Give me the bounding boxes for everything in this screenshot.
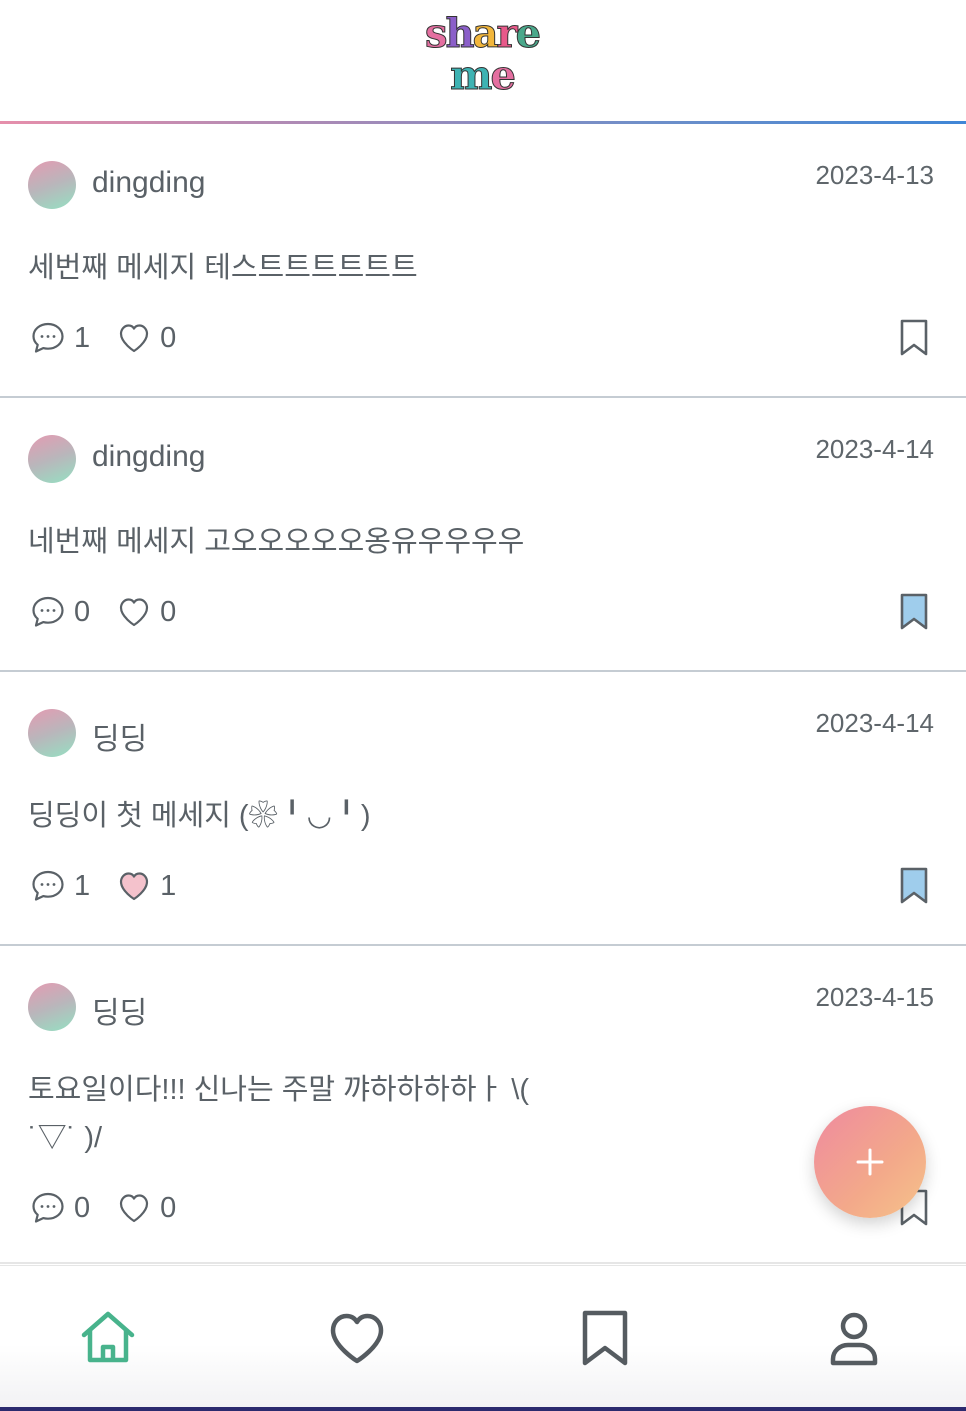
avatar[interactable] [28, 161, 76, 209]
logo-line1: share [424, 10, 541, 57]
like-icon[interactable] [116, 320, 152, 356]
comment-count: 0 [74, 595, 91, 628]
comment-icon[interactable] [30, 1190, 66, 1226]
comment-count: 1 [74, 869, 91, 902]
post-card[interactable]: dingding 2023-4-13 세번째 메세지 테스트트트트트트 1 0 [0, 124, 966, 398]
comment-icon[interactable] [30, 594, 66, 630]
post-username[interactable]: dingding [92, 166, 205, 200]
comment-count: 1 [74, 321, 91, 354]
post-date: 2023-4-14 [815, 708, 934, 738]
post-actions: 0 0 [30, 592, 202, 632]
like-icon[interactable] [116, 1190, 152, 1226]
post-username[interactable]: 딩딩 [92, 714, 147, 758]
comment-icon[interactable] [30, 320, 66, 356]
post-content: 세번째 메세지 테스트트트트트트 [28, 252, 418, 284]
bookmark-icon[interactable] [898, 592, 930, 632]
profile-icon[interactable] [824, 1308, 884, 1368]
home-icon[interactable] [78, 1308, 138, 1368]
app-logo[interactable]: share me [420, 10, 544, 106]
post-content: 네번째 메세지 고오오오오오옹유우우우우 [28, 526, 525, 558]
post-card[interactable]: 딩딩 2023-4-14 딩딩이 첫 메세지 (❀╹◡╹) 1 1 [0, 672, 966, 946]
post-actions: 1 1 [30, 866, 202, 906]
like-count: 0 [160, 321, 177, 354]
post-username[interactable]: 딩딩 [92, 988, 147, 1032]
post-date: 2023-4-14 [815, 434, 934, 464]
bookmark-icon[interactable] [898, 318, 930, 358]
post-date: 2023-4-13 [815, 160, 934, 190]
post-content: 토요일이다!!! 신나는 주말 꺄하하하하ㅏ \( ˙▽˙ )/ [28, 1074, 529, 1154]
avatar[interactable] [28, 435, 76, 483]
logo-line2: me [450, 52, 517, 99]
post-username[interactable]: dingding [92, 440, 205, 474]
bookmark-icon[interactable] [898, 866, 930, 906]
post-content: 딩딩이 첫 메세지 (❀╹◡╹) [28, 800, 371, 832]
like-icon[interactable] [116, 868, 152, 904]
avatar[interactable] [28, 983, 76, 1031]
plus-icon [856, 1148, 884, 1176]
like-count: 1 [160, 869, 177, 902]
avatar[interactable] [28, 709, 76, 757]
bottom-tab-bar [0, 1265, 966, 1408]
post-card[interactable]: dingding 2023-4-14 네번째 메세지 고오오오오오옹유우우우우 … [0, 398, 966, 672]
comment-icon[interactable] [30, 868, 66, 904]
heart-icon[interactable] [327, 1308, 387, 1368]
post-actions: 0 0 [30, 1188, 202, 1228]
window-bottom-edge [0, 1407, 966, 1411]
comment-count: 0 [74, 1191, 91, 1224]
new-post-button[interactable] [814, 1106, 926, 1218]
post-date: 2023-4-15 [815, 982, 934, 1012]
app-header: share me [0, 0, 966, 124]
post-card[interactable]: 딩딩 2023-4-15 토요일이다!!! 신나는 주말 꺄하하하하ㅏ \( ˙… [0, 946, 966, 1264]
like-count: 0 [160, 595, 177, 628]
post-actions: 1 0 [30, 318, 202, 358]
bookmark-icon[interactable] [575, 1308, 635, 1368]
like-icon[interactable] [116, 594, 152, 630]
like-count: 0 [160, 1191, 177, 1224]
